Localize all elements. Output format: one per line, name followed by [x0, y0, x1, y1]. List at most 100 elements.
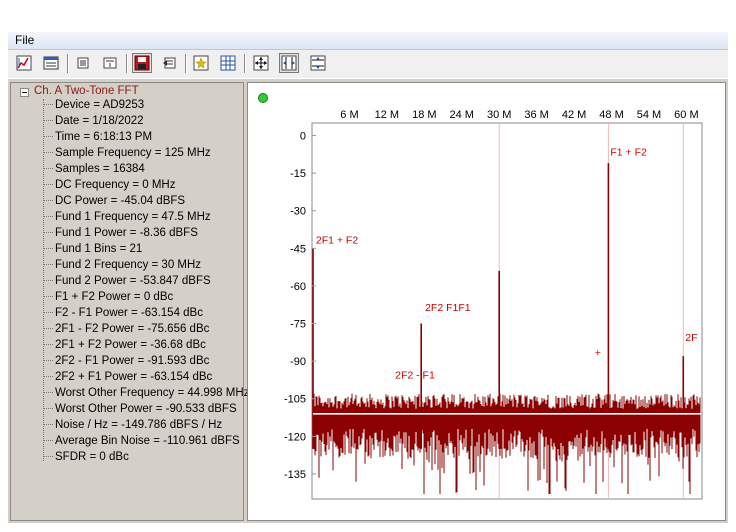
refresh-icon[interactable] [159, 53, 179, 73]
fit-horizontal-icon[interactable] [279, 53, 299, 73]
x-tick-label: 54 M [637, 109, 661, 121]
tree-connector [43, 328, 53, 330]
tree-item[interactable]: Time = 6:18:13 PM [43, 131, 152, 147]
tree-connector [43, 344, 53, 346]
tree-connector [43, 312, 53, 314]
x-tick-label: 12 M [375, 109, 399, 121]
tree-panel[interactable]: Ch. A Two-Tone FFT Device = AD9253 Date =… [10, 82, 249, 521]
spur-annotation: 2F1 + F2 [316, 234, 358, 246]
tree-connector [43, 392, 53, 394]
x-tick-label: 48 M [599, 109, 623, 121]
tree-connector [43, 248, 53, 250]
tree-item[interactable]: Fund 1 Frequency = 47.5 MHz [43, 211, 211, 227]
tree-item-label: SFDR = 0 dBc [55, 451, 129, 463]
status-led-icon [258, 93, 268, 103]
move-icon[interactable] [251, 53, 271, 73]
tree-item[interactable]: Device = AD9253 [43, 99, 144, 115]
tree-connector [43, 200, 53, 202]
tree-item[interactable]: Fund 2 Power = -53.847 dBFS [43, 275, 211, 291]
tree-item-label: Worst Other Power = -90.533 dBFS [55, 403, 237, 415]
tree-item-label: Fund 2 Frequency = 30 MHz [55, 259, 202, 271]
tree-item[interactable]: Sample Frequency = 125 MHz [43, 147, 211, 163]
tree-item[interactable]: Samples = 16384 [43, 163, 145, 179]
menu-bar: File [8, 32, 728, 50]
tree-item-label: Average Bin Noise = -110.961 dBFS [55, 435, 240, 447]
tree-root-label[interactable]: Ch. A Two-Tone FFT [34, 85, 139, 97]
tree-item[interactable]: Average Bin Noise = -110.961 dBFS [43, 435, 240, 451]
tree-item-label: Noise / Hz = -149.786 dBFS / Hz [55, 419, 223, 431]
tree-item[interactable]: DC Frequency = 0 MHz [43, 179, 175, 195]
tree-connector [43, 136, 53, 138]
y-tick-label: -105 [284, 394, 306, 406]
tree-item[interactable]: Worst Other Power = -90.533 dBFS [43, 403, 237, 419]
tree-item[interactable]: 2F2 + F1 Power = -63.154 dBc [43, 371, 212, 387]
tree-connector [43, 168, 53, 170]
tree-connector [43, 376, 53, 378]
tree-connector [43, 216, 53, 218]
tree-item[interactable]: F1 + F2 Power = 0 dBc [43, 291, 173, 307]
y-tick-label: -135 [284, 469, 306, 481]
tree-item-label: F2 - F1 Power = -63.154 dBc [55, 307, 203, 319]
plot-panel[interactable]: 6 M 12 M 18 M 24 M 30 M 36 M 42 M 48 M 54 M 60 M … [247, 82, 726, 521]
tree-item-label: Fund 1 Frequency = 47.5 MHz [55, 211, 211, 223]
star-icon[interactable] [191, 53, 211, 73]
fft-chart[interactable]: 6 M 12 M 18 M 24 M 30 M 36 M 42 M 48 M 54 M 60 M … [248, 83, 725, 520]
tree-item[interactable]: 2F1 + F2 Power = -36.68 dBc [43, 339, 206, 355]
tree-item[interactable]: 2F1 - F2 Power = -75.656 dBc [43, 323, 209, 339]
y-tick-label: 0 [300, 131, 306, 143]
chart-icon[interactable] [14, 53, 34, 73]
y-tick-label: -45 [290, 243, 306, 255]
collapse-icon[interactable] [100, 53, 120, 73]
tree-item-label: 2F2 + F1 Power = -63.154 dBc [55, 371, 213, 383]
x-tick-label: 18 M [412, 109, 436, 121]
table-icon[interactable] [218, 53, 238, 73]
grid-icon[interactable] [41, 53, 61, 73]
tree-item-label: 2F2 - F1 Power = -91.593 dBc [55, 355, 210, 367]
menu-file[interactable]: File [15, 33, 34, 47]
tree-connector [43, 456, 53, 458]
x-tick-label: 24 M [450, 109, 474, 121]
tree-connector [43, 184, 53, 186]
tree-item-label: DC Frequency = 0 MHz [55, 179, 176, 191]
tree-connector [43, 424, 53, 426]
x-tick-label: 30 M [487, 109, 511, 121]
x-tick-label: 60 M [674, 109, 698, 121]
tree-item-label: Fund 1 Power = -8.36 dBFS [55, 227, 198, 239]
tree-item-label: Fund 1 Bins = 21 [55, 243, 143, 255]
tree-item-label: Date = 1/18/2022 [55, 115, 144, 127]
tree-item[interactable]: SFDR = 0 dBc [43, 451, 129, 467]
y-tick-label: -60 [290, 281, 306, 293]
tree-item[interactable]: Fund 1 Power = -8.36 dBFS [43, 227, 198, 243]
x-tick-label: 42 M [562, 109, 586, 121]
tree-connector [43, 264, 53, 266]
tree-item-label: DC Power = -45.04 dBFS [55, 195, 186, 207]
tree-item[interactable]: 2F2 - F1 Power = -91.593 dBc [43, 355, 209, 371]
tree-item[interactable]: Date = 1/18/2022 [43, 115, 144, 131]
y-tick-label: -30 [290, 206, 306, 218]
tree-item[interactable]: Worst Other Frequency = 44.998 MHz [43, 387, 249, 403]
tree-connector [43, 440, 53, 442]
y-tick-label: -75 [290, 319, 306, 331]
tree-item-label: Time = 6:18:13 PM [55, 131, 153, 143]
tree-item-label: F1 + F2 Power = 0 dBc [55, 291, 174, 303]
save-icon[interactable] [132, 53, 152, 73]
tree-connector [43, 408, 53, 410]
tree-item[interactable]: Fund 1 Bins = 21 [43, 243, 142, 259]
tree-connector [43, 280, 53, 282]
tree-connector [43, 104, 53, 106]
tree-item[interactable]: DC Power = -45.04 dBFS [43, 195, 185, 211]
tree-connector [43, 232, 53, 234]
fit-vertical-icon[interactable] [308, 53, 328, 73]
tree-item[interactable]: Noise / Hz = -149.786 dBFS / Hz [43, 419, 222, 435]
tree-item-label: 2F1 - F2 Power = -75.656 dBc [55, 323, 210, 335]
tree-item[interactable]: F2 - F1 Power = -63.154 dBc [43, 307, 203, 323]
tree-item-label: Device = AD9253 [55, 99, 145, 111]
spur-annotation: 2F2 - F1 [395, 370, 435, 382]
tree-item[interactable]: Fund 2 Frequency = 30 MHz [43, 259, 201, 275]
list-icon[interactable] [73, 53, 93, 73]
tree-connector [43, 360, 53, 362]
collapse-toggle-icon[interactable] [20, 88, 29, 97]
tree-item-label: 2F1 + F2 Power = -36.68 dBc [55, 339, 206, 351]
spur-annotation: F1 + F2 [610, 147, 647, 159]
y-tick-label: -120 [284, 431, 306, 443]
